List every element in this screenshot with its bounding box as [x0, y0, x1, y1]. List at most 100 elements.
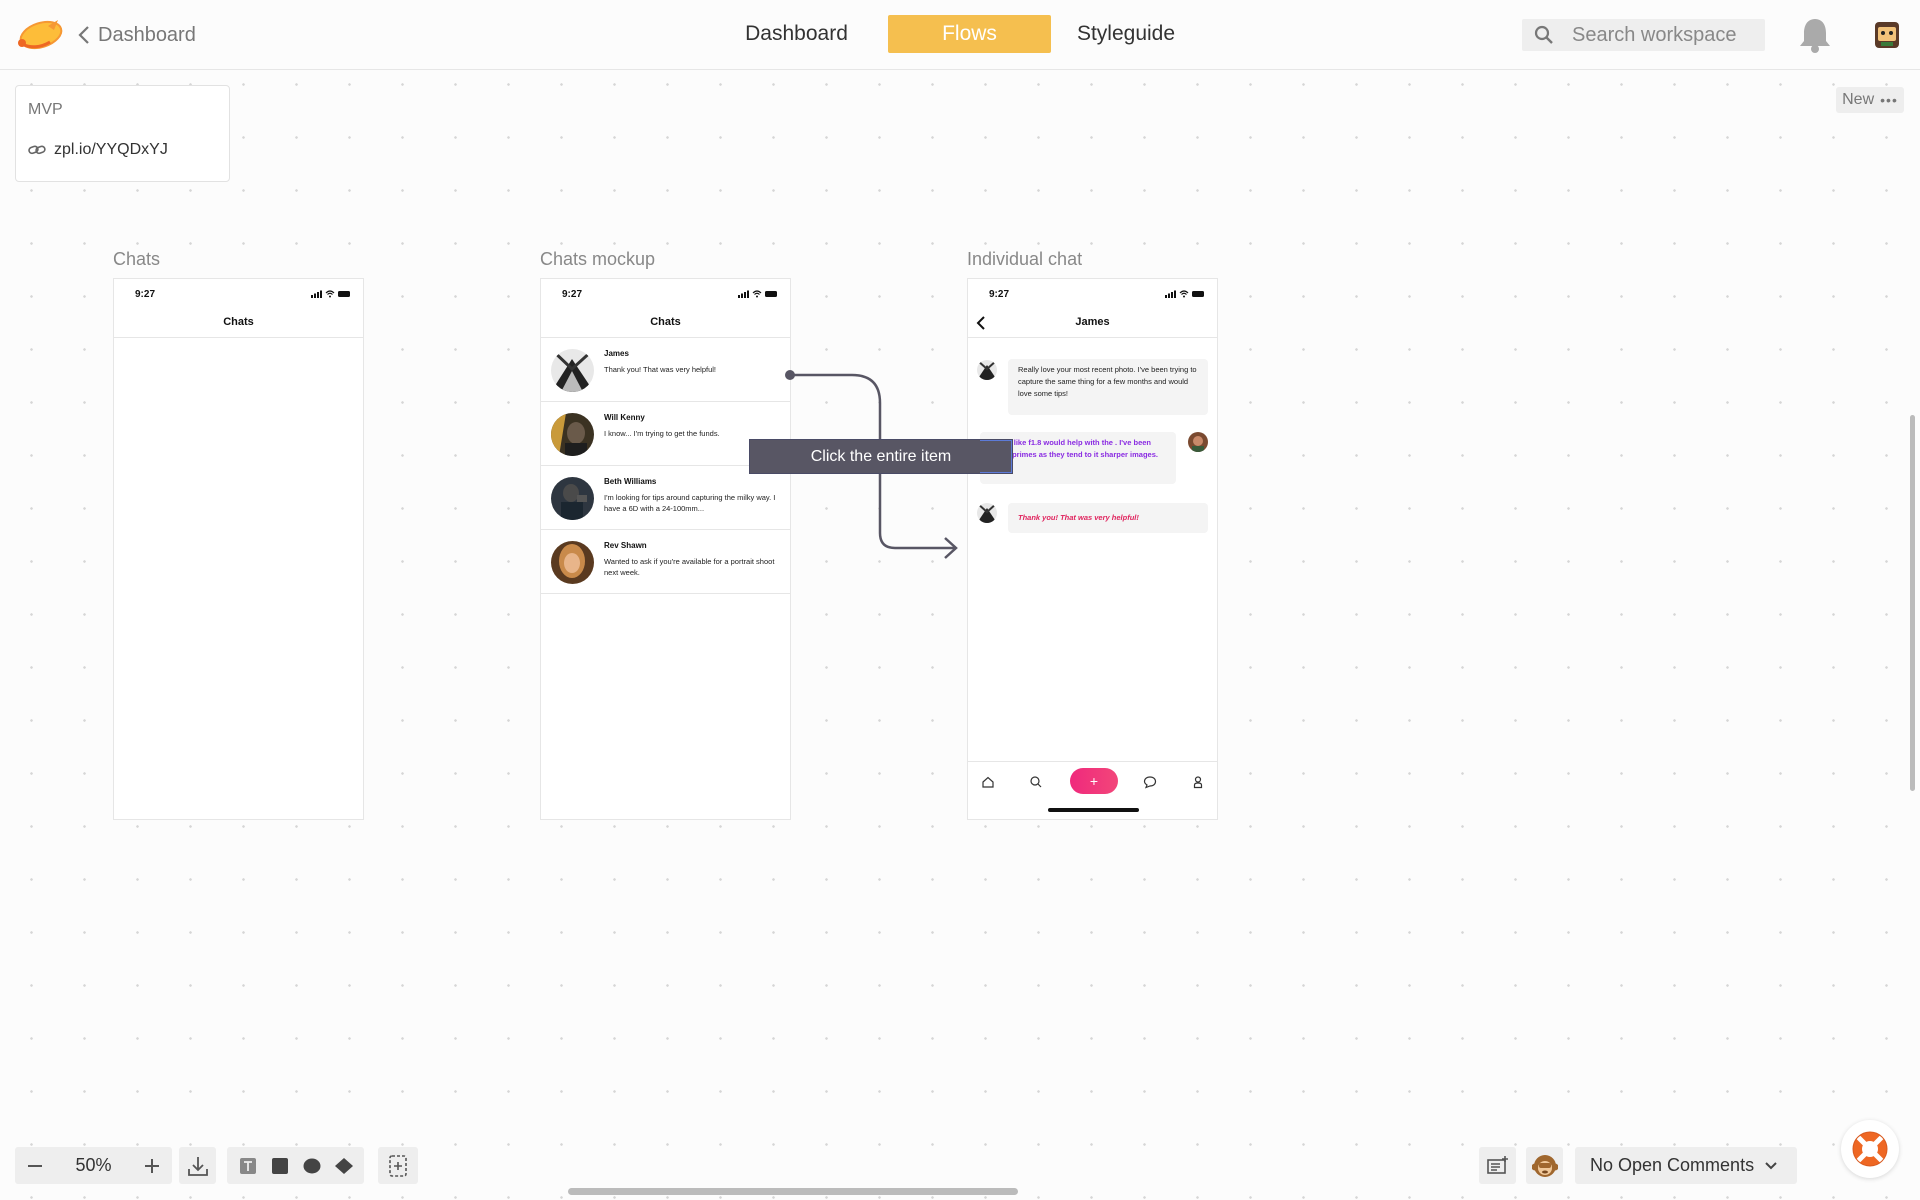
- export-button[interactable]: [179, 1147, 216, 1184]
- home-indicator: [1048, 808, 1139, 812]
- search-icon: [1522, 25, 1566, 45]
- add-frame-button[interactable]: [378, 1147, 418, 1184]
- back-label: Dashboard: [98, 23, 196, 46]
- screen-individual-chat[interactable]: 9:27 James Really love your most recent …: [967, 278, 1218, 820]
- status-time: 9:27: [989, 289, 1010, 300]
- notification-bell-icon[interactable]: [1798, 16, 1832, 54]
- message-bubble: Thank you! That was very helpful!: [1008, 503, 1208, 533]
- status-bar: 9:27: [541, 279, 790, 307]
- project-link-text: zpl.io/YYQDxYJ: [54, 141, 168, 158]
- search-box: [1522, 19, 1765, 51]
- add-comment-button[interactable]: [1479, 1147, 1516, 1184]
- avatar: [977, 360, 997, 380]
- search-input[interactable]: [1572, 23, 1762, 47]
- profile-icon[interactable]: [1190, 774, 1206, 790]
- top-bar: Dashboard Dashboard Flows Styleguide: [0, 0, 1920, 70]
- comments-label: No Open Comments: [1590, 1155, 1755, 1175]
- minus-icon: [28, 1164, 42, 1167]
- vertical-scrollbar[interactable]: [1910, 415, 1915, 791]
- avatar: [551, 349, 594, 392]
- chat-row-rev-shawn[interactable]: Rev Shawn Wanted to ask if you're availa…: [541, 530, 790, 594]
- chat-message: I know... I'm trying to get the funds.: [604, 429, 720, 438]
- avatar: [977, 503, 997, 523]
- circle-icon: [303, 1158, 320, 1173]
- chevron-down-icon: [1765, 1161, 1777, 1169]
- user-avatar-icon[interactable]: [1871, 16, 1903, 54]
- chevron-left-icon[interactable]: [976, 315, 986, 331]
- frame-add-icon: [389, 1154, 407, 1177]
- rectangle-tool-button[interactable]: [264, 1147, 296, 1184]
- chat-message: Thank you! That was very helpful!: [604, 365, 717, 374]
- search-icon[interactable]: [1028, 774, 1044, 790]
- zoom-out-button[interactable]: [15, 1147, 55, 1184]
- status-icons: [1165, 290, 1204, 298]
- help-button[interactable]: [1841, 1120, 1899, 1178]
- comment-add-icon: [1486, 1155, 1508, 1174]
- status-time: 9:27: [135, 289, 156, 300]
- project-link[interactable]: zpl.io/YYQDxYJ: [28, 141, 168, 159]
- project-card[interactable]: MVP zpl.io/YYQDxYJ: [15, 85, 230, 182]
- screen-header: James: [968, 307, 1217, 338]
- chat-name: Rev Shawn: [604, 541, 647, 550]
- download-icon: [187, 1156, 208, 1176]
- avatar: [551, 541, 594, 584]
- status-bar: 9:27: [114, 279, 363, 307]
- screen-chats[interactable]: 9:27 Chats: [113, 278, 364, 820]
- status-icons: [738, 290, 777, 298]
- zeplin-logo-icon[interactable]: [14, 14, 66, 54]
- home-icon[interactable]: [980, 774, 996, 790]
- screen-header: Chats: [541, 307, 790, 338]
- chat-name: Beth Williams: [604, 477, 657, 486]
- chat-message: I'm looking for tips around capturing th…: [604, 493, 776, 513]
- avatar: [1188, 432, 1208, 452]
- text-icon: [239, 1157, 256, 1174]
- zoom-in-button[interactable]: [132, 1147, 172, 1184]
- shape-tools: [227, 1147, 364, 1184]
- screen-label-chats: Chats: [113, 249, 161, 269]
- status-icons: [311, 290, 350, 298]
- selection-outline: [980, 440, 1012, 473]
- status-time: 9:27: [562, 289, 583, 300]
- annotation-avatar-button[interactable]: [1526, 1147, 1563, 1184]
- avatar: [551, 413, 594, 456]
- screen-label-individual-chat: Individual chat: [967, 249, 1083, 269]
- connector-tooltip: Click the entire item: [749, 439, 1013, 474]
- new-button-label: New: [1842, 91, 1875, 108]
- chat-row-beth-williams[interactable]: Beth Williams I'm looking for tips aroun…: [541, 466, 790, 530]
- plus-icon: [145, 1158, 159, 1173]
- text-tool-button[interactable]: [232, 1147, 264, 1184]
- chat-bubble-icon[interactable]: [1142, 774, 1158, 790]
- rectangle-icon: [271, 1157, 288, 1174]
- monkey-avatar-icon: [1531, 1154, 1558, 1177]
- chat-row-james[interactable]: James Thank you! That was very helpful!: [541, 338, 790, 402]
- more-dots-icon: •••: [1880, 92, 1898, 108]
- add-button[interactable]: +: [1070, 768, 1118, 794]
- avatar: [551, 477, 594, 520]
- chevron-left-icon: [78, 26, 89, 44]
- diamond-tool-button[interactable]: [328, 1147, 360, 1184]
- tab-dashboard[interactable]: Dashboard: [727, 15, 866, 53]
- tab-flows[interactable]: Flows: [888, 15, 1051, 53]
- screen-label-chats-mockup: Chats mockup: [540, 249, 656, 269]
- back-to-dashboard-link[interactable]: Dashboard: [78, 20, 196, 50]
- message-bubble: Really love your most recent photo. I've…: [1008, 359, 1208, 415]
- main-nav: Dashboard Flows Styleguide: [727, 15, 1186, 53]
- chat-title: James: [1075, 316, 1110, 328]
- project-title: MVP: [28, 101, 63, 118]
- screen-header: Chats: [114, 307, 363, 338]
- zoom-level: 50%: [75, 1155, 112, 1175]
- new-button[interactable]: New •••: [1836, 87, 1904, 113]
- tab-bar: +: [968, 761, 1217, 819]
- chat-message: Wanted to ask if you're available for a …: [604, 557, 775, 577]
- chat-name: Will Kenny: [604, 413, 645, 422]
- screen-chats-mockup[interactable]: 9:27 Chats James Thank you! That was ver…: [540, 278, 791, 820]
- diamond-icon: [334, 1157, 353, 1174]
- link-icon: [28, 145, 46, 155]
- lifebuoy-icon: [1852, 1131, 1888, 1167]
- chat-name: James: [604, 349, 629, 358]
- horizontal-scrollbar[interactable]: [568, 1188, 1018, 1195]
- zoom-controls: 50%: [15, 1147, 172, 1184]
- comments-dropdown[interactable]: No Open Comments: [1575, 1147, 1797, 1184]
- ellipse-tool-button[interactable]: [296, 1147, 328, 1184]
- tab-styleguide[interactable]: Styleguide: [1066, 15, 1186, 53]
